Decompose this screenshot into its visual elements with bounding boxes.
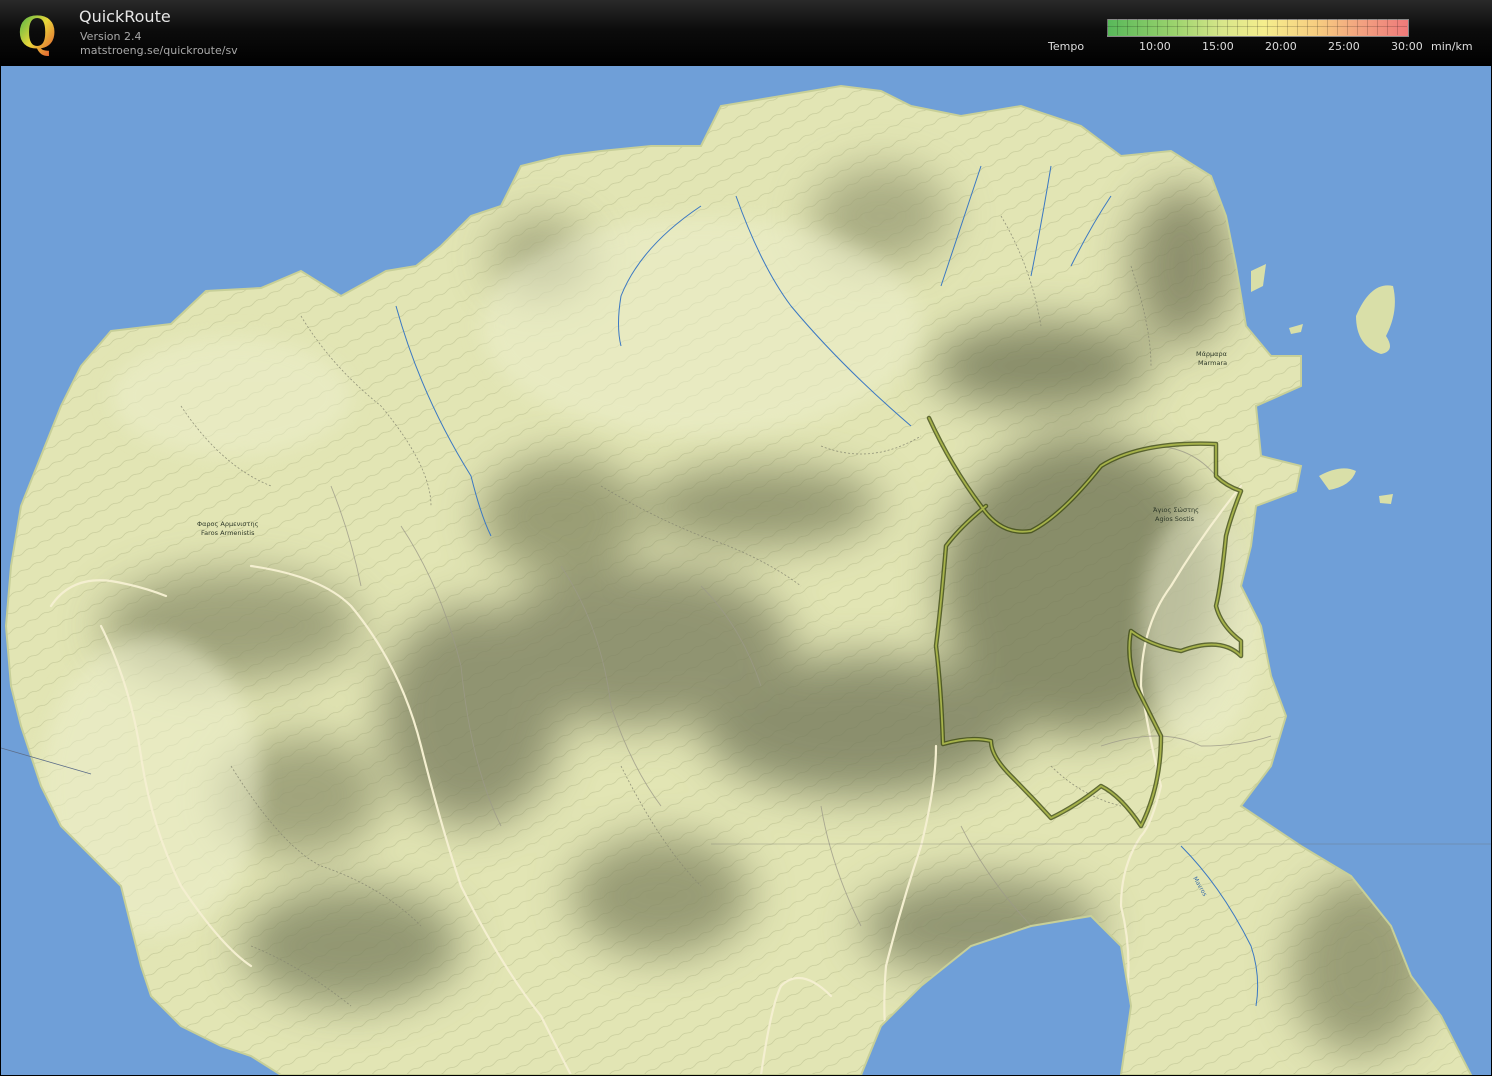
legend-unit: min/km (1431, 40, 1473, 53)
svg-text:Q: Q (18, 8, 56, 58)
place-label-faros-greek: Φαρος Αρμενιστης (197, 520, 259, 528)
place-label-faros-latin: Faros Armenistis (201, 529, 255, 537)
map-svg[interactable]: Φαρος Αρμενιστης Faros Armenistis Μάρμαρ… (1, 66, 1491, 1075)
legend-label: Tempo (1048, 40, 1085, 53)
place-label-agios-greek: Άγιος Σώστης (1153, 506, 1199, 514)
map-canvas[interactable]: Φαρος Αρμενιστης Faros Armenistis Μάρμαρ… (1, 66, 1491, 1075)
legend-tick: 20:00 (1265, 40, 1297, 53)
place-label-marmara-greek: Μάρμαρα (1196, 350, 1227, 358)
quickroute-logo-icon: Q (18, 8, 56, 58)
legend-tick: 15:00 (1202, 40, 1234, 53)
legend-tick: 25:00 (1328, 40, 1360, 53)
app-title: QuickRoute (79, 7, 171, 26)
legend-tick: 10:00 (1139, 40, 1171, 53)
tempo-scale-grid (1107, 19, 1407, 35)
app-url: matstroeng.se/quickroute/sv (80, 44, 238, 57)
legend-tick: 30:00 (1391, 40, 1423, 53)
place-label-marmara-latin: Marmara (1198, 359, 1227, 367)
app-header: Q QuickRoute Version 2.4 matstroeng.se/q… (0, 0, 1492, 66)
app-version: Version 2.4 (80, 30, 142, 43)
place-label-agios-latin: Agios Sostis (1155, 515, 1195, 523)
